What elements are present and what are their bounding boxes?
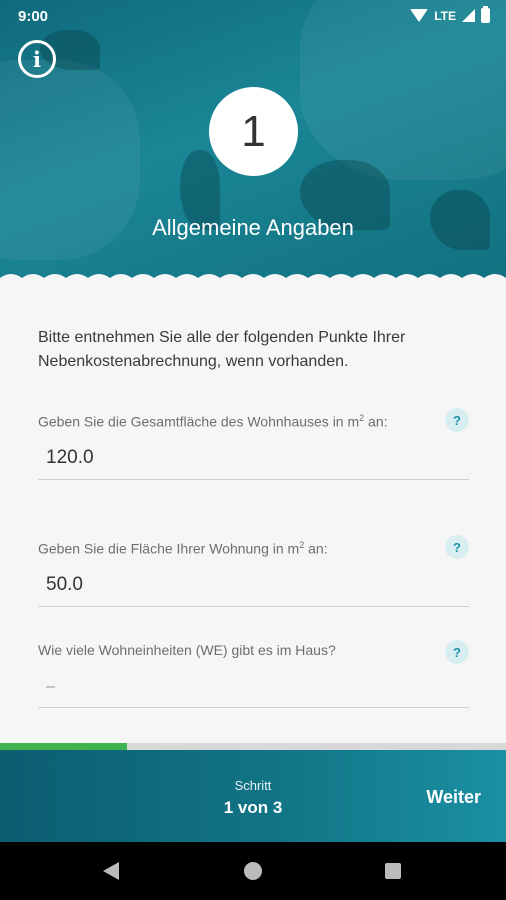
signal-icon (462, 9, 475, 22)
field-apartment-area: Geben Sie die Fläche Ihrer Wohnung in m2… (38, 535, 469, 607)
status-icons: LTE (410, 6, 490, 23)
field-label: Wie viele Wohneinheiten (WE) gibt es im … (38, 642, 336, 658)
field-label: Geben Sie die Gesamtfläche des Wohnhause… (38, 413, 388, 430)
network-label: LTE (434, 8, 456, 23)
back-icon[interactable] (103, 862, 119, 880)
field-total-area: Geben Sie die Gesamtfläche des Wohnhause… (38, 408, 469, 480)
status-bar: 9:00 LTE (0, 0, 506, 32)
step-number-badge: 1 (209, 87, 298, 176)
status-time: 9:00 (18, 8, 49, 25)
progress-fill (0, 743, 127, 750)
help-icon[interactable]: ? (445, 640, 469, 664)
next-button[interactable]: Weiter (426, 787, 481, 808)
footer-bar: Schritt 1 von 3 Weiter (0, 750, 506, 842)
progress-bar (0, 743, 506, 750)
help-icon[interactable]: ? (445, 535, 469, 559)
battery-icon (481, 6, 490, 23)
header: 9:00 LTE i 1 Allgemeine Angaben (0, 0, 506, 284)
field-unit-count: Wie viele Wohneinheiten (WE) gibt es im … (38, 640, 469, 708)
form-content: Bitte entnehmen Sie alle der folgenden P… (0, 284, 506, 743)
home-icon[interactable] (244, 862, 262, 880)
apartment-area-input[interactable] (38, 567, 469, 607)
page-title: Allgemeine Angaben (152, 215, 354, 240)
recents-icon[interactable] (385, 863, 401, 879)
unit-count-input[interactable] (38, 669, 469, 708)
wifi-icon (410, 9, 429, 22)
help-icon[interactable]: ? (445, 408, 469, 432)
intro-text: Bitte entnehmen Sie alle der folgenden P… (38, 329, 406, 370)
total-area-input[interactable] (38, 440, 469, 480)
field-label: Geben Sie die Fläche Ihrer Wohnung in m2… (38, 540, 328, 557)
info-icon[interactable]: i (18, 40, 56, 78)
wave-divider (0, 274, 506, 284)
system-nav-bar (0, 842, 506, 900)
